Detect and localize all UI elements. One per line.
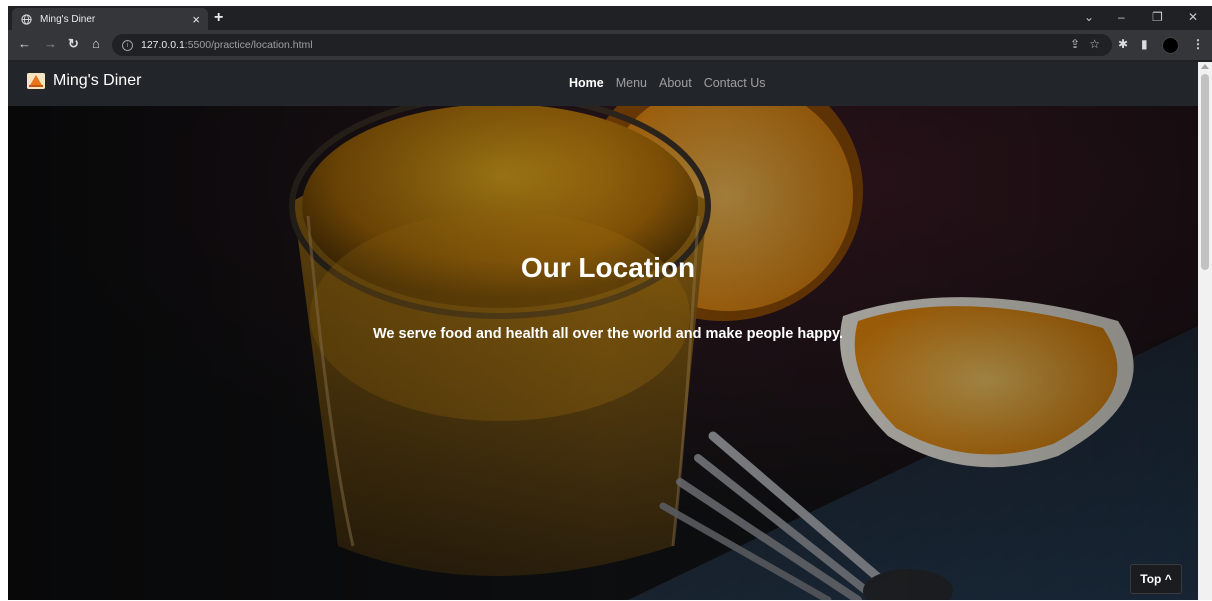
- home-button[interactable]: ⌂: [92, 36, 100, 52]
- profile-avatar[interactable]: [1162, 37, 1179, 54]
- nav-link-contact[interactable]: Contact Us: [704, 76, 766, 90]
- minimize-button[interactable]: –: [1118, 9, 1125, 25]
- page-scrollbar[interactable]: [1198, 62, 1212, 600]
- page-viewport: Ming's Diner Home Menu About Contact Us: [8, 62, 1198, 600]
- site-navbar: Ming's Diner Home Menu About Contact Us: [8, 62, 1198, 106]
- scroll-up-arrow-icon[interactable]: [1201, 64, 1209, 69]
- address-bar[interactable]: i 127.0.0.1 :5500/practice/location.html…: [112, 34, 1112, 56]
- nav-link-menu[interactable]: Menu: [616, 76, 647, 90]
- reload-button[interactable]: ↻: [68, 36, 79, 52]
- hero-subtitle: We serve food and health all over the wo…: [372, 326, 844, 342]
- page-title: Our Location: [520, 252, 696, 283]
- globe-icon: [20, 13, 32, 25]
- restore-button[interactable]: ❐: [1152, 9, 1163, 25]
- tab-title: Ming's Diner: [40, 13, 96, 25]
- brand-name: Ming's Diner: [53, 72, 142, 89]
- url-path: :5500/practice/location.html: [184, 39, 313, 51]
- nav-links: Home Menu About Contact Us: [569, 76, 766, 90]
- close-window-button[interactable]: ✕: [1188, 9, 1198, 25]
- tab-close-icon[interactable]: ×: [192, 13, 200, 26]
- hero-text: Our Location We serve food and health al…: [8, 106, 1198, 600]
- browser-menu-icon[interactable]: ⋮: [1192, 36, 1204, 52]
- back-to-top-button[interactable]: Top ^: [1130, 564, 1182, 594]
- extensions-icon[interactable]: ✱: [1118, 36, 1128, 52]
- browser-toolbar: ← → ↻ ⌂ i 127.0.0.1 :5500/practice/locat…: [8, 30, 1212, 60]
- browser-window: Ming's Diner × + ⌄ – ❐ ✕ ← → ↻ ⌂ i 127.0…: [8, 6, 1212, 600]
- nav-link-about[interactable]: About: [659, 76, 692, 90]
- hero-section: Our Location We serve food and health al…: [8, 106, 1198, 600]
- nav-link-home[interactable]: Home: [569, 76, 604, 90]
- scroll-thumb[interactable]: [1201, 74, 1209, 270]
- share-icon[interactable]: ⇪: [1070, 37, 1080, 51]
- diner-logo-icon: [27, 73, 45, 89]
- bookmark-star-icon[interactable]: ☆: [1089, 37, 1100, 51]
- side-panel-icon[interactable]: ▮: [1141, 36, 1148, 52]
- forward-button[interactable]: →: [44, 36, 57, 52]
- site-info-icon[interactable]: i: [122, 39, 133, 51]
- tab-mings-diner[interactable]: Ming's Diner ×: [12, 8, 208, 30]
- new-tab-button[interactable]: +: [214, 9, 223, 27]
- tab-search-icon[interactable]: ⌄: [1084, 9, 1094, 25]
- back-button[interactable]: ←: [18, 36, 31, 52]
- url-host: 127.0.0.1: [141, 39, 185, 51]
- brand[interactable]: Ming's Diner: [27, 72, 141, 90]
- tab-strip: Ming's Diner × + ⌄ – ❐ ✕: [8, 6, 1212, 30]
